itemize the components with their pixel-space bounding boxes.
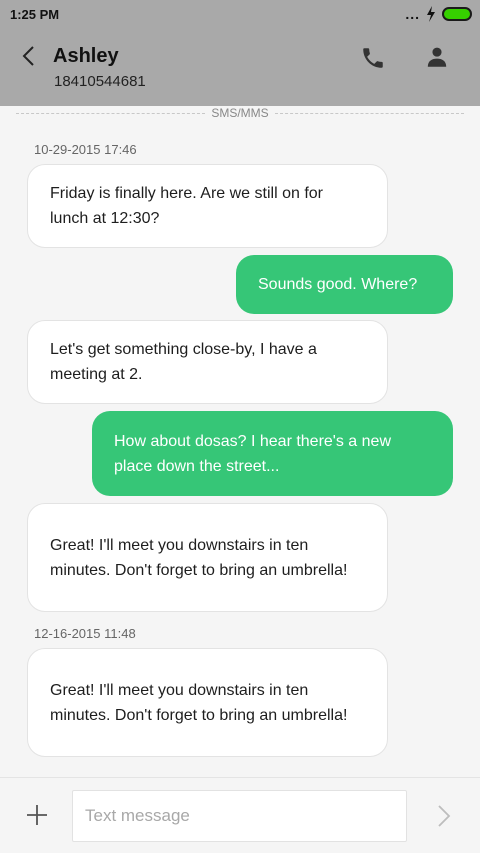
incoming-message[interactable]: Let's get something close-by, I have a m… <box>27 320 388 404</box>
charging-bolt-icon <box>427 6 435 22</box>
outgoing-message[interactable]: How about dosas? I hear there's a new pl… <box>92 411 453 496</box>
call-button[interactable] <box>360 45 386 71</box>
contact-profile-button[interactable] <box>424 44 450 70</box>
divider-line <box>16 112 206 114</box>
incoming-message[interactable]: Great! I'll meet you downstairs in ten m… <box>27 648 388 757</box>
plus-icon <box>27 805 47 825</box>
composer-bar <box>0 777 480 853</box>
incoming-message[interactable]: Friday is finally here. Are we still on … <box>27 164 388 248</box>
contact-name: Ashley <box>53 45 119 67</box>
divider-line <box>274 112 464 114</box>
chevron-left-icon <box>22 46 34 66</box>
battery-icon <box>442 7 472 21</box>
outgoing-message[interactable]: Sounds good. Where? <box>236 255 453 314</box>
status-time: 1:25 PM <box>10 6 60 22</box>
incoming-message[interactable]: Great! I'll meet you downstairs in ten m… <box>27 503 388 612</box>
conversation-header: Ashley 18410544681 <box>0 28 480 106</box>
signal-dots-icon: ... <box>405 6 420 22</box>
back-button[interactable] <box>14 42 42 70</box>
send-button[interactable] <box>432 803 456 829</box>
person-icon <box>427 47 447 67</box>
channel-divider: SMS/MMS <box>16 106 464 120</box>
status-indicators: ... <box>405 6 472 22</box>
message-input[interactable] <box>72 790 407 842</box>
message-timestamp: 10-29-2015 17:46 <box>34 142 137 157</box>
chevron-right-icon <box>438 805 451 827</box>
phone-icon <box>363 48 383 68</box>
message-timestamp: 12-16-2015 11:48 <box>34 626 136 641</box>
channel-label: SMS/MMS <box>211 106 269 120</box>
status-bar: 1:25 PM ... <box>0 0 480 28</box>
contact-number: 18410544681 <box>54 73 146 90</box>
add-attachment-button[interactable] <box>24 802 50 828</box>
